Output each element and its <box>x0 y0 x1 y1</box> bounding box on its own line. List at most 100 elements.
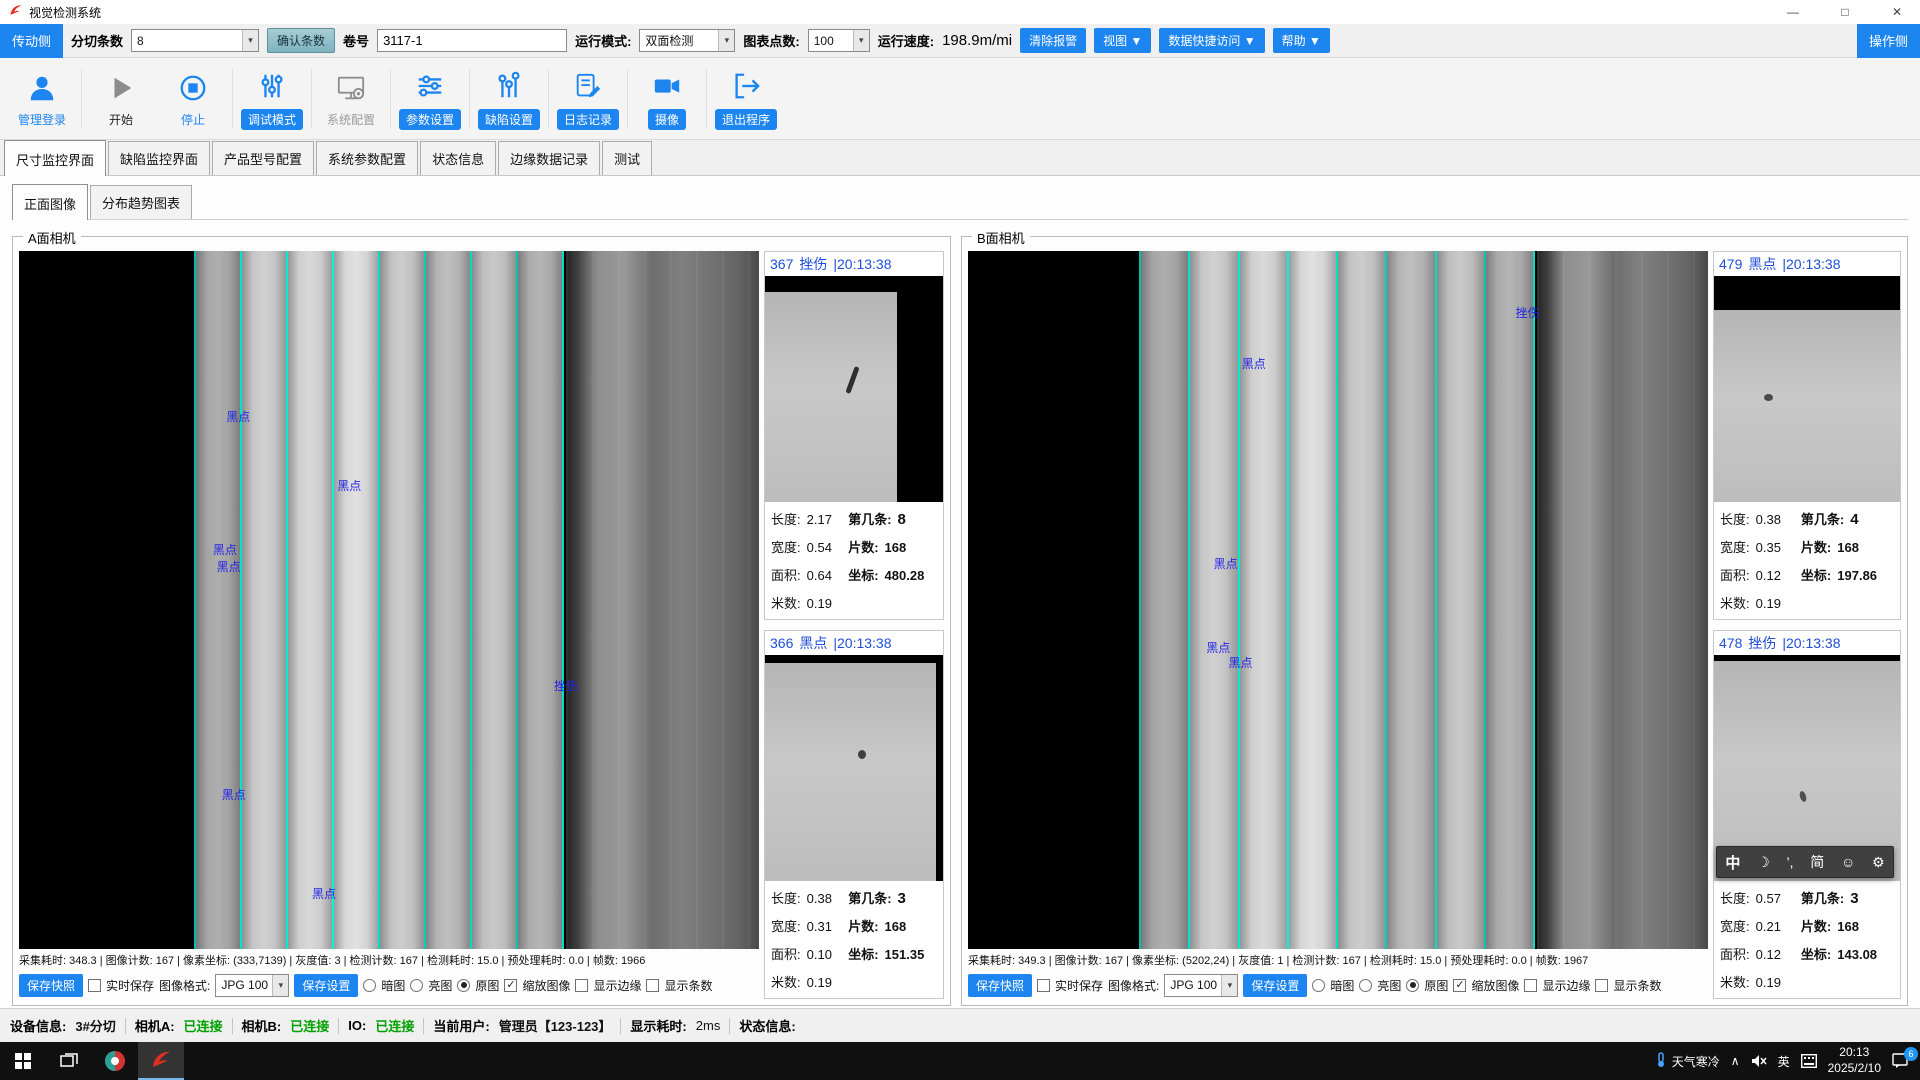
run-mode-combo[interactable]: 双面检测 ▾ <box>639 29 735 52</box>
save-settings-button[interactable]: 保存设置 <box>1243 974 1307 997</box>
camera-a-controls: 保存快照 实时保存 图像格式: JPG 100 ▾ 保存设置 暗图 <box>19 971 759 999</box>
taskbar-app-icon[interactable] <box>92 1042 138 1080</box>
view-menu-button[interactable]: 视图 ▼ <box>1094 28 1151 53</box>
ribbon-admin-login[interactable]: 管理登录 <box>6 70 78 128</box>
close-button[interactable]: ✕ <box>1874 0 1920 24</box>
tab-test[interactable]: 测试 <box>602 141 652 175</box>
tab-status-info[interactable]: 状态信息 <box>420 141 496 175</box>
defect-type: 挫伤 <box>1748 633 1776 653</box>
camera-a-status-label: 相机A: <box>135 1016 175 1035</box>
defect-time: |20:13:38 <box>833 635 891 651</box>
realtime-save-checkbox[interactable] <box>1037 979 1050 992</box>
minimize-button[interactable]: — <box>1770 0 1816 24</box>
ime-settings-gear-icon[interactable]: ⚙ <box>1872 854 1885 871</box>
defect-card[interactable]: 479 黑点 |20:13:38 长度:0.38 第几条:4 <box>1713 251 1901 620</box>
save-snapshot-button[interactable]: 保存快照 <box>968 974 1032 997</box>
show-edge-checkbox[interactable] <box>575 979 588 992</box>
weather-widget[interactable]: 天气寒冷 <box>1654 1052 1720 1071</box>
defect-card[interactable]: 478 挫伤 |20:13:38 长度:0.57 第几条:3 <box>1713 630 1901 999</box>
data-quick-access-menu-button[interactable]: 数据快捷访问 ▼ <box>1159 28 1264 53</box>
start-button[interactable] <box>0 1042 46 1080</box>
tab-edge-data-record[interactable]: 边缘数据记录 <box>498 141 600 175</box>
bright-image-radio[interactable] <box>410 979 423 992</box>
task-view-button[interactable] <box>46 1042 92 1080</box>
ribbon-exit[interactable]: 退出程序 <box>710 68 782 130</box>
zoom-image-label: 缩放图像 <box>522 977 570 994</box>
operate-side-button[interactable]: 操作侧 <box>1857 24 1920 58</box>
defect-type: 黑点 <box>1748 254 1776 274</box>
dark-image-radio[interactable] <box>1312 979 1325 992</box>
slit-count-value: 8 <box>137 34 144 48</box>
ribbon-defect-settings[interactable]: 缺陷设置 <box>473 68 545 130</box>
chart-points-combo[interactable]: 100 ▾ <box>808 29 870 52</box>
subtab-trend-chart[interactable]: 分布趋势图表 <box>90 185 192 219</box>
ime-chinese-mode-button[interactable]: 中 <box>1725 852 1740 873</box>
ribbon-stop[interactable]: 停止 <box>157 70 229 128</box>
camera-b-status-badge: 已连接 <box>290 1016 329 1035</box>
roll-input[interactable] <box>377 29 567 52</box>
slit-count-combo[interactable]: 8 ▾ <box>131 29 259 52</box>
show-strips-checkbox[interactable] <box>1595 979 1608 992</box>
confirm-count-button[interactable]: 确认条数 <box>267 28 335 53</box>
original-image-radio[interactable] <box>457 979 470 992</box>
defect-card[interactable]: 366 黑点 |20:13:38 长度:0.38 第几条:3 <box>764 630 944 999</box>
current-user-label: 当前用户: <box>433 1016 489 1035</box>
ribbon-debug-mode[interactable]: 调试模式 <box>236 68 308 130</box>
tab-defect-monitor[interactable]: 缺陷监控界面 <box>108 141 210 175</box>
camera-a-title: A面相机 <box>23 228 81 247</box>
defect-annotation: 黑点 <box>337 477 361 494</box>
ime-simplified-button[interactable]: 简 <box>1810 852 1824 872</box>
camera-b-panel: B面相机 挫伤 黑点 黑点 黑点 黑 <box>961 236 1908 1006</box>
show-edge-label: 显示边缘 <box>593 977 641 994</box>
bright-image-label: 亮图 <box>428 977 452 994</box>
chevron-down-icon: ▾ <box>242 30 258 51</box>
show-strips-checkbox[interactable] <box>646 979 659 992</box>
tray-overflow-chevron[interactable]: ∧ <box>1731 1054 1740 1068</box>
ribbon-system-config[interactable]: 系统配置 <box>315 70 387 128</box>
status-bar: 设备信息: 3#分切 相机A: 已连接 相机B: 已连接 IO: 已连接 当前用… <box>0 1008 1920 1042</box>
show-edge-checkbox[interactable] <box>1524 979 1537 992</box>
tab-product-model-config[interactable]: 产品型号配置 <box>212 141 314 175</box>
thermometer-icon <box>1654 1052 1668 1071</box>
defect-id: 367 <box>770 256 793 272</box>
dark-image-radio[interactable] <box>363 979 376 992</box>
notification-count-badge: 6 <box>1904 1047 1918 1061</box>
maximize-button[interactable]: □ <box>1822 0 1868 24</box>
realtime-save-checkbox[interactable] <box>88 979 101 992</box>
drive-side-button[interactable]: 传动侧 <box>0 24 63 58</box>
touch-keyboard-icon[interactable] <box>1801 1054 1817 1068</box>
tab-size-monitor[interactable]: 尺寸监控界面 <box>4 140 106 176</box>
volume-muted-icon[interactable] <box>1751 1054 1767 1068</box>
film-strips <box>1139 251 1535 949</box>
ime-emoji-button[interactable]: ☺ <box>1841 854 1855 870</box>
clear-alarm-button[interactable]: 清除报警 <box>1020 28 1086 53</box>
ime-halfwidth-moon-icon[interactable]: ☽ <box>1757 854 1770 871</box>
monitor-gear-icon <box>336 70 366 106</box>
ribbon-param-settings[interactable]: 参数设置 <box>394 68 466 130</box>
vision-app-taskbar-icon[interactable] <box>138 1042 184 1080</box>
defect-annotation: 黑点 <box>1206 639 1230 656</box>
ribbon-capture[interactable]: 摄像 <box>631 68 703 130</box>
tab-system-param-config[interactable]: 系统参数配置 <box>316 141 418 175</box>
input-language-indicator[interactable]: 英 <box>1778 1053 1790 1070</box>
help-menu-button[interactable]: 帮助 ▼ <box>1273 28 1330 53</box>
sub-tabs: 正面图像 分布趋势图表 <box>12 188 1908 220</box>
save-snapshot-button[interactable]: 保存快照 <box>19 974 83 997</box>
defect-card[interactable]: 367 挫伤 |20:13:38 长度:2.17 第几条:8 <box>764 251 944 620</box>
defect-id: 478 <box>1719 635 1742 651</box>
ribbon-log[interactable]: 日志记录 <box>552 68 624 130</box>
bright-image-radio[interactable] <box>1359 979 1372 992</box>
image-format-combo[interactable]: JPG 100 ▾ <box>1164 974 1238 997</box>
original-image-radio[interactable] <box>1406 979 1419 992</box>
clock[interactable]: 20:13 2025/2/10 <box>1828 1045 1881 1076</box>
ribbon-start[interactable]: 开始 <box>85 70 157 128</box>
defect-thumbnail <box>1714 276 1900 502</box>
defect-annotation: 黑点 <box>226 408 250 425</box>
action-center-button[interactable]: 6 <box>1892 1053 1910 1069</box>
image-format-combo[interactable]: JPG 100 ▾ <box>215 974 289 997</box>
ime-punctuation-button[interactable]: ’, <box>1786 854 1793 870</box>
zoom-image-checkbox[interactable] <box>504 979 517 992</box>
subtab-front-image[interactable]: 正面图像 <box>12 184 88 220</box>
save-settings-button[interactable]: 保存设置 <box>294 974 358 997</box>
zoom-image-checkbox[interactable] <box>1453 979 1466 992</box>
